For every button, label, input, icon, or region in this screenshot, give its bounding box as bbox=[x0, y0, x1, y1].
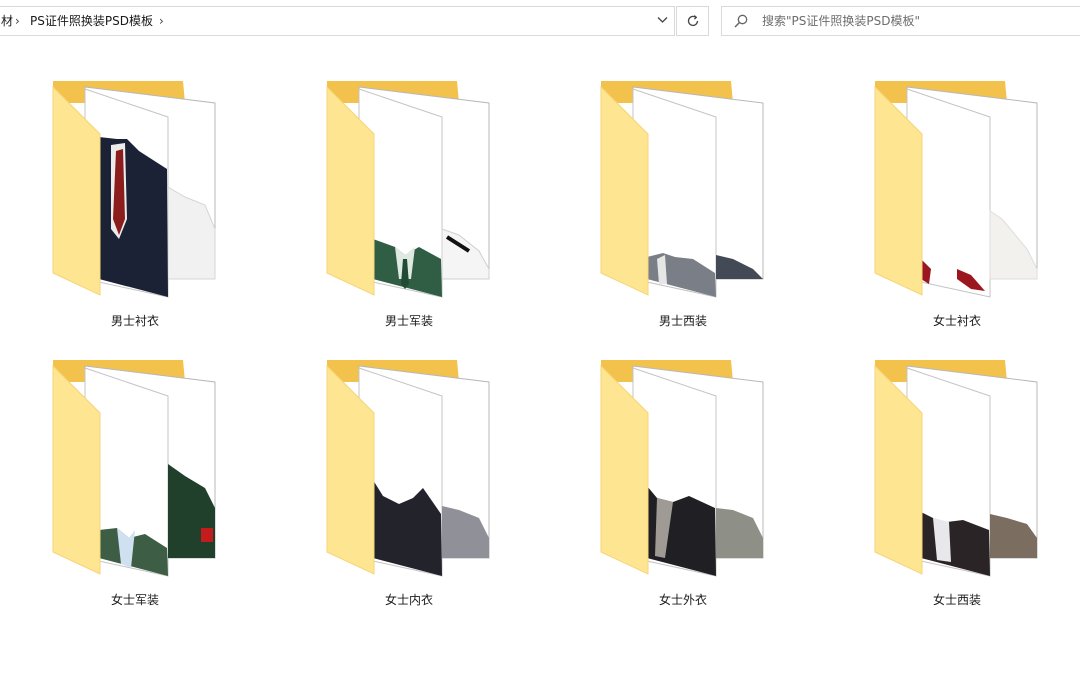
folder-icon bbox=[874, 81, 1038, 298]
folder-label[interactable]: 女士内衣 bbox=[274, 591, 544, 608]
folder-icon bbox=[326, 81, 490, 298]
breadcrumb-current[interactable]: PS证件照换装PSD模板 bbox=[30, 7, 153, 35]
folder-icon bbox=[600, 81, 764, 298]
folder-icon bbox=[874, 360, 1038, 577]
folder-label[interactable]: 女士西装 bbox=[822, 591, 1080, 608]
folder-item[interactable]: 女士西装 bbox=[822, 323, 1062, 607]
folder-label[interactable]: 女士外衣 bbox=[548, 591, 818, 608]
refresh-icon bbox=[687, 15, 698, 27]
address-bar[interactable]: 材 › PS证件照换装PSD模板 › bbox=[0, 6, 675, 36]
folder-item[interactable]: 女士军装 bbox=[0, 323, 240, 607]
folder-icon bbox=[52, 360, 216, 577]
search-icon bbox=[734, 14, 748, 28]
folder-label[interactable]: 女士军装 bbox=[0, 591, 270, 608]
folder-item[interactable]: 男士西装 bbox=[548, 44, 788, 328]
folder-item[interactable]: 男士军装 bbox=[274, 44, 514, 328]
folder-icon bbox=[600, 360, 764, 577]
refresh-button[interactable] bbox=[676, 6, 709, 36]
chevron-down-icon[interactable] bbox=[651, 7, 673, 35]
folder-grid: 男士衬衣 男士军装 男士西装 女士衬衣 女士军装 女士内衣 女士外衣 女士西装 bbox=[0, 44, 1080, 689]
search-input[interactable]: 搜索"PS证件照换装PSD模板" bbox=[762, 7, 920, 35]
folder-item[interactable]: 男士衬衣 bbox=[0, 44, 240, 328]
folder-icon bbox=[326, 360, 490, 577]
folder-item[interactable]: 女士衬衣 bbox=[822, 44, 1062, 328]
folder-icon bbox=[52, 81, 216, 298]
breadcrumb-parent[interactable]: 材 bbox=[1, 7, 13, 35]
navigation-bar: 材 › PS证件照换装PSD模板 › 搜索"PS证件照换装PSD模板" bbox=[0, 0, 1080, 44]
breadcrumb-separator-icon[interactable]: › bbox=[15, 7, 20, 35]
folder-item[interactable]: 女士外衣 bbox=[548, 323, 788, 607]
search-box[interactable]: 搜索"PS证件照换装PSD模板" bbox=[721, 6, 1080, 36]
breadcrumb-separator-icon[interactable]: › bbox=[159, 7, 164, 35]
folder-item[interactable]: 女士内衣 bbox=[274, 323, 514, 607]
